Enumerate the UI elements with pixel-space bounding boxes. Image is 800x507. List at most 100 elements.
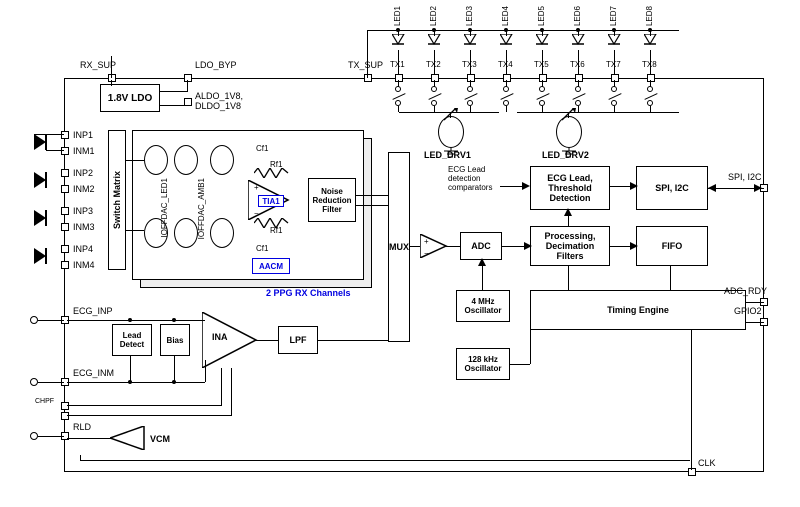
switch-node (503, 86, 509, 92)
switch-node (647, 86, 653, 92)
pin-clk (688, 468, 696, 476)
led-icon (608, 34, 622, 52)
switch-node (431, 86, 437, 92)
proc-dec-block: Processing, Decimation Filters (530, 226, 610, 266)
pin-inm2 (61, 185, 69, 193)
arrow-icon (708, 184, 716, 192)
arrow-icon (564, 208, 572, 216)
wire (34, 134, 46, 135)
wire (399, 112, 499, 113)
timing-engine-block: Timing Engine (530, 290, 746, 330)
wire (506, 106, 507, 112)
arrow-icon (478, 258, 486, 266)
lpf-block: LPF (278, 326, 318, 354)
pin-inp4 (61, 245, 69, 253)
ldo-block: 1.8V LDO (100, 84, 160, 112)
lbl-ioff-amb: IOFFDAC_AMB1 (197, 178, 206, 239)
bias-block: Bias (160, 324, 190, 356)
wire (160, 91, 187, 92)
wire (174, 356, 175, 382)
pin-inp2 (61, 169, 69, 177)
node-dot (648, 28, 652, 32)
lbl-gpio2: GPIO2 (734, 306, 762, 316)
wire (746, 302, 764, 303)
lbl-led4: LED4 (501, 6, 510, 26)
lbl-ecg-inm: ECG_INM (73, 368, 114, 378)
pin-chpf (61, 402, 69, 410)
lbl-inm4: INM4 (73, 260, 95, 270)
wire (67, 405, 221, 406)
led-icon (644, 34, 658, 52)
arrow-icon (630, 242, 638, 250)
lbl-led7: LED7 (609, 6, 618, 26)
svg-text:−: − (254, 209, 259, 218)
wire (80, 460, 690, 461)
lbl-led5: LED5 (537, 6, 546, 26)
lbl-tx3: TX3 (462, 60, 477, 69)
lbl-cf-bot: Cf1 (256, 244, 268, 253)
lbl-tx8: TX8 (642, 60, 657, 69)
lbl-inp2: INP2 (73, 168, 93, 178)
lbl-vcm: VCM (150, 434, 170, 444)
led-icon (428, 34, 442, 52)
ecg-lead-threshold-block: ECG Lead, Threshold Detection (530, 166, 610, 210)
switch-node (611, 86, 617, 92)
photodiode-icon (26, 134, 52, 154)
wire (356, 195, 388, 196)
wire (46, 134, 64, 135)
pin-aldo-dldo (184, 98, 192, 106)
wire (38, 436, 64, 437)
node-dot (540, 28, 544, 32)
aacm-block: AACM (252, 258, 290, 274)
ecg-electrode-icon (30, 378, 38, 386)
node-dot (576, 28, 580, 32)
resistor-icon (254, 168, 290, 178)
lbl-ldo-byp: LDO_BYP (195, 60, 237, 70)
curr-src-icon (174, 218, 198, 248)
wire (367, 30, 368, 78)
curr-src-icon (144, 145, 168, 175)
wire (67, 438, 111, 439)
node-dot (612, 28, 616, 32)
node-dot (172, 318, 176, 322)
ground-icon (444, 148, 458, 158)
pin-inm4 (61, 261, 69, 269)
lbl-aldo-dldo: ALDO_1V8, DLDO_1V8 (195, 91, 243, 111)
wire (67, 415, 231, 416)
wire (530, 330, 531, 364)
switch-node (575, 86, 581, 92)
wire (160, 105, 184, 106)
wire (446, 246, 460, 247)
lbl-tx7: TX7 (606, 60, 621, 69)
lbl-tx1: TX1 (390, 60, 405, 69)
pin-rx-sup (108, 74, 116, 82)
wire (34, 134, 35, 142)
pin-tx7 (611, 74, 619, 82)
node-dot (468, 28, 472, 32)
lbl-tx5: TX5 (534, 60, 549, 69)
arrow-icon (524, 242, 532, 250)
node-dot (432, 28, 436, 32)
wire (670, 266, 671, 290)
wire (67, 320, 205, 321)
wire (367, 30, 679, 31)
led-icon (464, 34, 478, 52)
lbl-ecg-inp: ECG_INP (73, 306, 113, 316)
wire (38, 382, 64, 383)
svg-text:−: − (424, 249, 429, 258)
lbl-inp4: INP4 (73, 244, 93, 254)
lbl-led3: LED3 (465, 6, 474, 26)
pin-tx3 (467, 74, 475, 82)
mux-block: MUX (388, 152, 410, 342)
ecg-electrode-icon (30, 432, 38, 440)
lbl-tx6: TX6 (570, 60, 585, 69)
wire (126, 230, 144, 231)
photodiode-icon (26, 248, 52, 268)
pin-ldo-byp (184, 74, 192, 82)
wire (500, 186, 524, 187)
lbl-led1: LED1 (393, 6, 402, 26)
wire (256, 340, 278, 341)
lbl-led8: LED8 (645, 6, 654, 26)
wire (568, 266, 569, 290)
osc-4mhz-block: 4 MHz Oscillator (456, 290, 510, 322)
